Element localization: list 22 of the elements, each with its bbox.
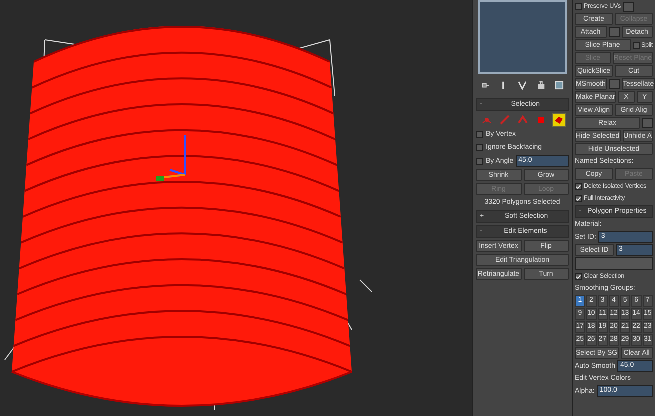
modifier-stack-list[interactable] [478, 0, 567, 74]
checkbox[interactable] [575, 195, 582, 202]
settings-icon[interactable] [623, 2, 634, 12]
transform-gizmo-drawing [156, 134, 186, 181]
checkbox[interactable] [575, 3, 582, 10]
checkbox[interactable] [632, 42, 640, 48]
pin-icon[interactable] [480, 80, 490, 90]
settings-icon[interactable] [608, 79, 620, 89]
checkbox[interactable] [476, 158, 483, 164]
fork-icon[interactable] [518, 80, 527, 90]
hand-icon[interactable] [536, 80, 546, 90]
checkbox[interactable] [575, 273, 582, 280]
settings-icon[interactable] [642, 118, 653, 128]
edge-mode-icon[interactable] [498, 113, 512, 127]
config-icon[interactable] [555, 80, 564, 90]
settings-icon[interactable] [608, 27, 620, 37]
viewport[interactable] [0, 0, 472, 416]
checkbox[interactable] [575, 183, 582, 190]
checkbox[interactable] [476, 131, 483, 138]
checkbox[interactable] [476, 144, 483, 151]
element-mode-icon[interactable] [552, 113, 566, 127]
dropdown-field[interactable] [575, 257, 653, 270]
